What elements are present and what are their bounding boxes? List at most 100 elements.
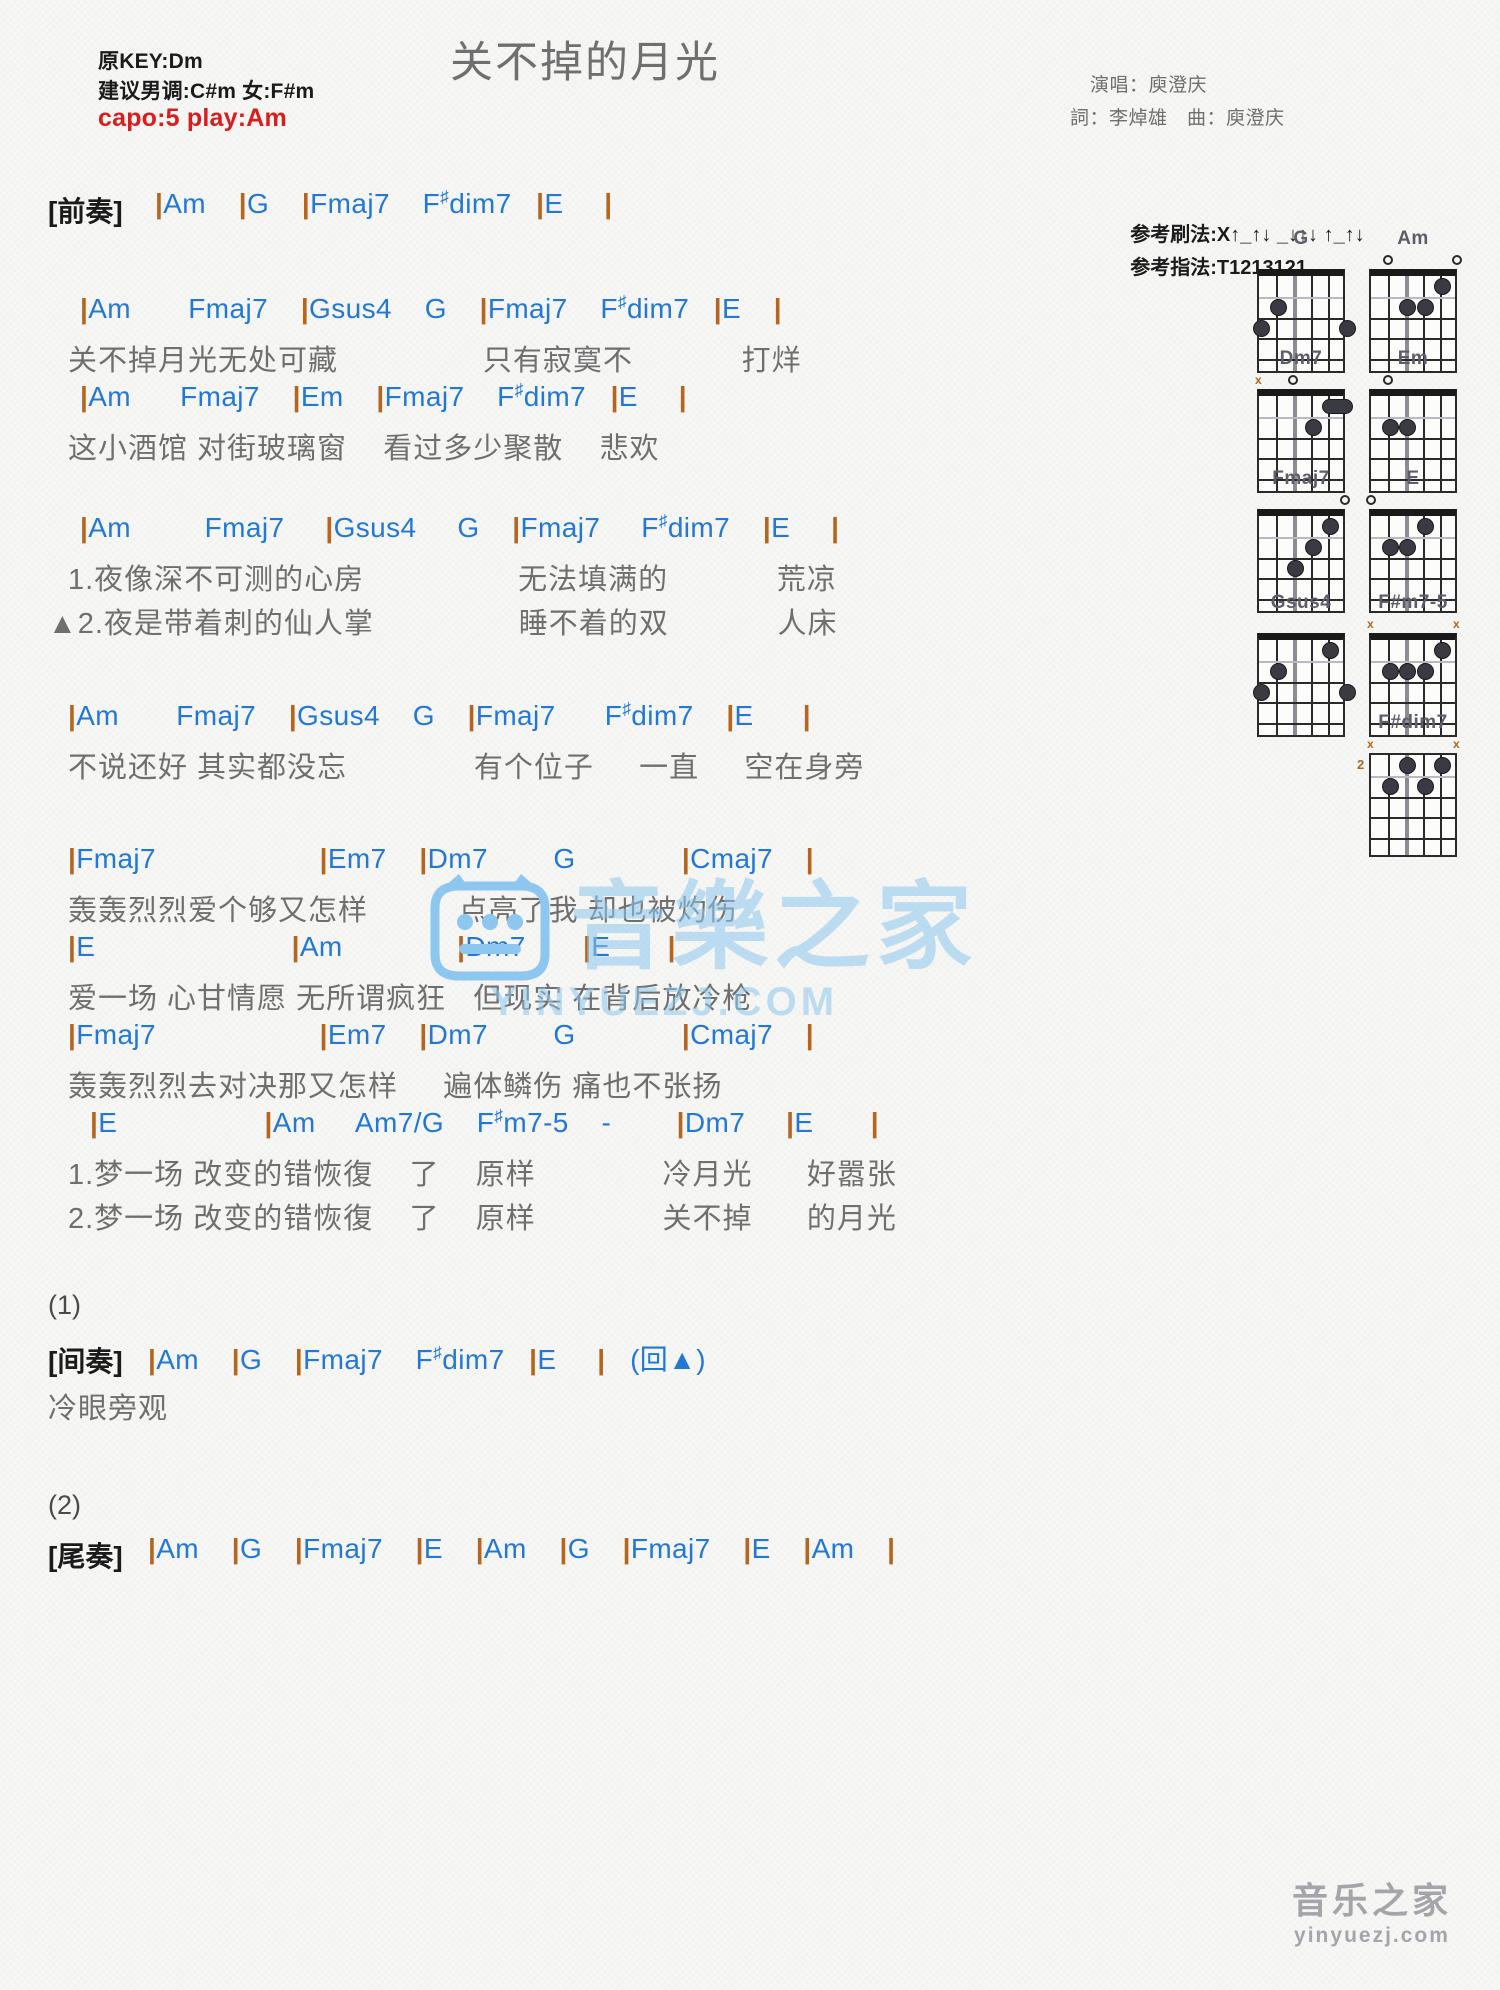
open-string-markers: [1257, 493, 1350, 509]
watermark-bottom: 音乐之家 yinyuezj.com: [1292, 1872, 1452, 1948]
page-title: 关不掉的月光: [450, 39, 720, 87]
finger-dot: [1399, 299, 1417, 317]
finger-dot: [1339, 684, 1356, 701]
fret-position-number: 2: [1357, 757, 1365, 773]
watermark-bottom-line2: yinyuezj.com: [1294, 1924, 1450, 1947]
lyricrow-verse1a: 关不掉月光无处可藏 只有寂寞不 打烊: [68, 345, 802, 377]
chord-diagram-name: F#m7-5: [1378, 592, 1448, 613]
chordrow-verse1a: |Am Fmaj7 |Gsus4 G |Fmaj7 F♯dim7 |E |: [80, 291, 783, 324]
barre-bar: [1321, 399, 1353, 415]
open-string-markers: xx: [1367, 737, 1460, 753]
open-string-markers: [1369, 253, 1462, 269]
section-tag-outro: [尾奏]: [48, 1541, 123, 1572]
chordrow-verse1b: |Am Fmaj7 |Em |Fmaj7 F♯dim7 |E |: [80, 379, 688, 412]
chordrow-verse2: |Am Fmaj7 |Gsus4 G |Fmaj7 F♯dim7 |E |: [80, 510, 840, 543]
chordrow-chorus4: |E |Am Am7/G F♯m7-5 - |Dm7 |E |: [90, 1105, 879, 1138]
lyricrow-interlude: 冷眼旁观: [48, 1393, 169, 1425]
watermark-logo-icon: [415, 872, 565, 992]
lyricrow-chorus4-take2: 2.梦一场 改变的错恢復 了 原样 关不掉 的月光: [68, 1203, 897, 1235]
chord-diagram-gsus4: Gsus4: [1253, 592, 1356, 737]
section-tag-interlude: [间奏]: [48, 1346, 123, 1377]
muted-string-icon: x: [1453, 617, 1460, 631]
open-string-icon: [1340, 495, 1350, 505]
lyricrow-verse2-take2: ▲2.夜是带着刺的仙人掌 睡不着的双 人床: [48, 608, 838, 640]
original-key-label: 原KEY:Dm: [98, 50, 203, 73]
muted-string-icon: x: [1367, 737, 1374, 751]
singer-credit: 演唱：庾澄庆: [1090, 75, 1208, 96]
finger-dot: [1304, 539, 1322, 557]
open-string-markers: x: [1255, 373, 1345, 389]
open-string-icon: [1366, 495, 1376, 505]
suggested-key-label: 建议男调:C#m 女:F#m: [98, 80, 315, 103]
repeat-marker-2: (2): [48, 1490, 81, 1520]
chord-diagram-name: Am: [1397, 228, 1429, 249]
open-string-icon: [1383, 375, 1394, 385]
fretboard-grid: [1369, 753, 1457, 857]
muted-string-icon: x: [1255, 373, 1262, 387]
finger-dot: [1416, 518, 1434, 536]
open-string-markers: xx: [1367, 617, 1460, 633]
chord-diagram-name: Fmaj7: [1272, 468, 1330, 489]
finger-dot: [1270, 663, 1288, 681]
watermark-bottom-line1: 音乐之家: [1291, 1880, 1452, 1921]
chordrow-interlude: |Am |G |Fmaj7 F♯dim7 |E | (回▲): [148, 1342, 707, 1375]
finger-dot: [1382, 539, 1400, 557]
section-tag-intro: [前奏]: [48, 196, 123, 227]
open-string-markers: [1369, 373, 1457, 389]
chord-diagram-name: Dm7: [1279, 348, 1323, 369]
chord-diagram-name: E: [1406, 468, 1420, 489]
repeat-marker-1: (1): [48, 1290, 81, 1320]
open-string-icon: [1288, 375, 1299, 385]
fretboard-grid: [1253, 633, 1356, 737]
open-string-icon: [1452, 255, 1462, 265]
finger-dot: [1304, 419, 1322, 437]
chordrow-chorus2: |E |Am |Dm7 |E |: [68, 931, 676, 962]
finger-dot: [1270, 299, 1288, 317]
finger-dot: [1382, 778, 1400, 796]
finger-dot: [1382, 663, 1400, 681]
finger-dot: [1382, 419, 1400, 437]
finger-dot: [1433, 278, 1451, 296]
finger-dot: [1416, 778, 1434, 796]
open-string-markers: [1257, 253, 1345, 269]
finger-dot: [1416, 663, 1434, 681]
finger-dot: [1253, 684, 1270, 701]
finger-dot: [1253, 320, 1270, 337]
writer-credit: 詞：李焯雄 曲：庾澄庆: [1070, 108, 1285, 129]
open-string-markers: [1257, 617, 1345, 633]
lyricrow-chorus3: 轰轰烈烈去对决那又怎样 遍体鳞伤 痛也不张扬: [68, 1071, 723, 1103]
chordrow-outro: |Am |G |Fmaj7 |E |Am |G |Fmaj7 |E |Am |: [148, 1533, 896, 1564]
lyricrow-verse2-take1: 1.夜像深不可测的心房 无法填满的 荒凉: [68, 564, 837, 596]
chordrow-intro: |Am |G |Fmaj7 F♯dim7 |E |: [155, 186, 613, 219]
finger-dot: [1399, 539, 1417, 557]
finger-dot: [1399, 663, 1417, 681]
finger-dot: [1339, 320, 1356, 337]
lyricrow-chorus1: 轰轰烈烈爱个够又怎样 点亮了我 却也被灼伤: [68, 895, 738, 927]
muted-string-icon: x: [1367, 617, 1374, 631]
finger-dot: [1321, 642, 1339, 660]
chordrow-chorus1: |Fmaj7 |Em7 |Dm7 G |Cmaj7 |: [68, 843, 814, 874]
chord-diagram-f-dim7: F#dim7 x x 2: [1357, 712, 1461, 857]
finger-dot: [1399, 757, 1417, 775]
finger-dot: [1399, 419, 1417, 437]
muted-string-icon: x: [1453, 737, 1460, 751]
chord-diagram-name: G: [1293, 228, 1309, 249]
lyricrow-chorus4-take1: 1.梦一场 改变的错恢復 了 原样 冷月光 好嚣张: [68, 1159, 897, 1191]
finger-dot: [1416, 299, 1434, 317]
finger-dot: [1287, 560, 1305, 577]
capo-label: capo:5 play:Am: [98, 104, 287, 132]
chord-diagram-name: Em: [1397, 348, 1429, 369]
lyricrow-verse1b: 这小酒馆 对街玻璃窗 看过多少聚散 悲欢: [68, 433, 660, 465]
finger-dot: [1433, 757, 1451, 775]
chordrow-verse3: |Am Fmaj7 |Gsus4 G |Fmaj7 F♯dim7 |E |: [68, 698, 811, 731]
open-string-markers: [1366, 493, 1457, 509]
chord-diagram-name: F#dim7: [1378, 712, 1448, 733]
chord-diagram-name: Gsus4: [1270, 592, 1332, 613]
open-string-icon: [1383, 255, 1394, 265]
finger-dot: [1321, 518, 1339, 536]
finger-dot: [1433, 642, 1451, 660]
lyricrow-verse3: 不说还好 其实都没忘 有个位子 一直 空在身旁: [68, 752, 865, 784]
lyricrow-chorus2: 爱一场 心甘情愿 无所谓疯狂 但现实 在背后放冷枪: [68, 983, 753, 1015]
chordrow-chorus3: |Fmaj7 |Em7 |Dm7 G |Cmaj7 |: [68, 1019, 814, 1050]
chord-sheet-page: 原KEY:Dm 建议男调:C#m 女:F#m capo:5 play:Am 关不…: [0, 0, 1500, 1990]
